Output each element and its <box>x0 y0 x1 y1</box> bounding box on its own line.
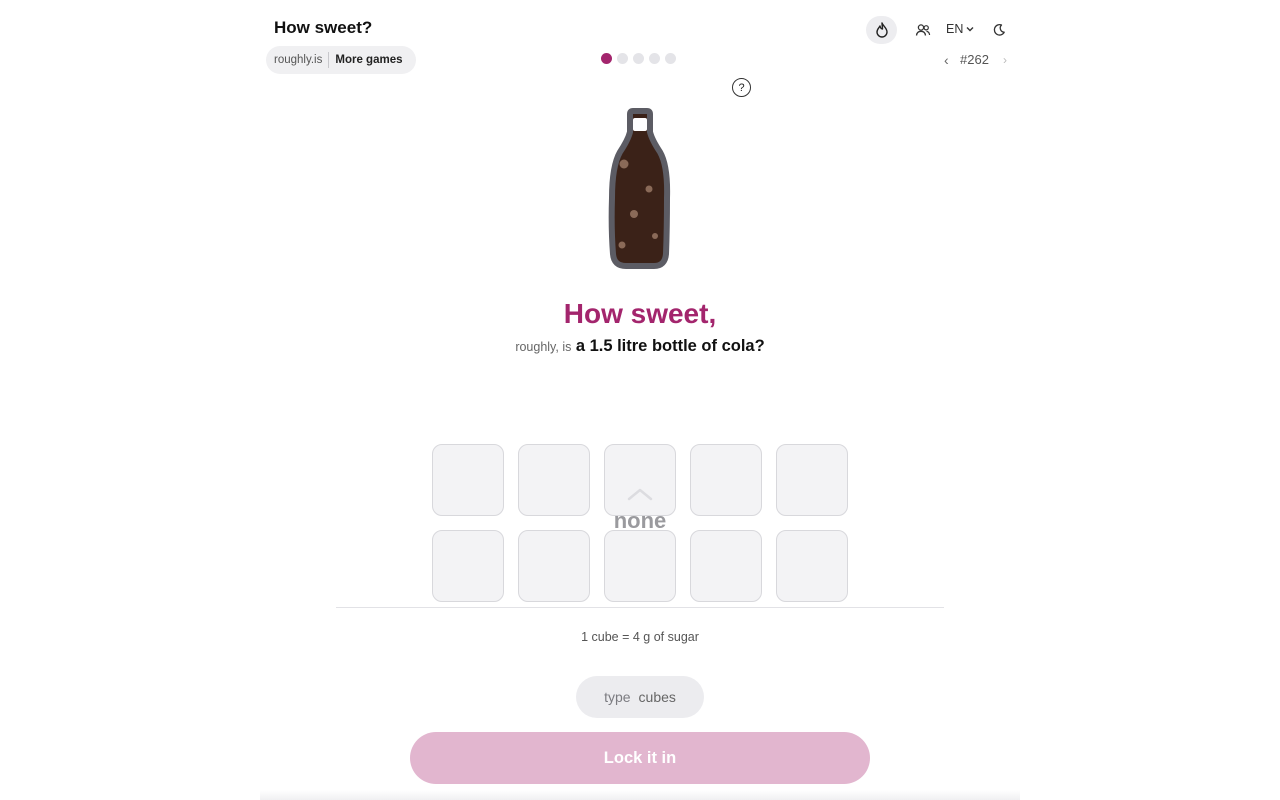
moon-icon <box>993 23 1005 36</box>
site-link[interactable]: roughly.is <box>266 54 328 66</box>
flame-icon <box>875 22 888 38</box>
chevron-down-icon <box>966 27 974 32</box>
bubble <box>652 233 658 239</box>
bubble <box>630 210 638 218</box>
chevron-up-icon[interactable] <box>627 487 653 501</box>
sugar-cube-slot <box>776 530 848 602</box>
progress-dot <box>649 53 660 64</box>
question-text: roughly, is a 1.5 litre bottle of cola? <box>0 337 1280 356</box>
page-title: How sweet? <box>274 18 373 37</box>
progress-dots <box>601 53 676 64</box>
unit-note: 1 cube = 4 g of sugar <box>581 630 699 644</box>
progress-dot <box>601 53 612 64</box>
bottle-cap <box>633 118 647 131</box>
language-label: EN <box>946 22 964 36</box>
bubble <box>619 159 629 169</box>
progress-dot <box>617 53 628 64</box>
friends-button[interactable] <box>914 21 932 39</box>
progress-dot <box>633 53 644 64</box>
sugar-cube-slot <box>518 530 590 602</box>
puzzle-number: #262 <box>960 52 989 67</box>
answer-unit-label: cubes <box>638 689 676 705</box>
sugar-cube-slot <box>690 530 762 602</box>
sugar-cube-slot <box>432 530 504 602</box>
bubble <box>645 185 653 193</box>
sugar-cube-slot <box>604 530 676 602</box>
more-games-link[interactable]: More games <box>329 54 402 66</box>
sugar-cube-slot <box>604 444 676 516</box>
lock-it-in-button[interactable]: Lock it in <box>410 732 870 784</box>
streak-button[interactable] <box>866 16 897 44</box>
bubble <box>618 241 626 249</box>
sugar-cube-slot <box>776 444 848 516</box>
sugar-cube-slot <box>518 444 590 516</box>
bottom-shadow <box>260 790 1020 800</box>
answer-input-placeholder: type <box>604 689 631 705</box>
question-headline: How sweet, <box>563 298 717 329</box>
sugar-cube-slot <box>690 444 762 516</box>
sugar-cube-slot <box>432 444 504 516</box>
help-label: ? <box>738 81 745 94</box>
cola-bottle-illustration <box>608 108 671 269</box>
answer-value: none <box>613 508 667 533</box>
next-puzzle-button[interactable]: › <box>1003 53 1007 67</box>
question-subject: a 1.5 litre bottle of cola? <box>575 337 765 355</box>
progress-dot <box>665 53 676 64</box>
language-select[interactable]: EN <box>946 22 974 36</box>
divider <box>336 607 944 608</box>
users-icon <box>915 24 931 36</box>
answer-input[interactable]: type cubes <box>576 676 704 718</box>
brand-pill: roughly.is More games <box>266 46 416 74</box>
help-icon[interactable]: ? <box>732 78 751 97</box>
theme-toggle[interactable] <box>990 21 1008 39</box>
question-prefix: roughly, is <box>515 340 572 354</box>
previous-puzzle-button[interactable]: ‹ <box>944 52 949 68</box>
